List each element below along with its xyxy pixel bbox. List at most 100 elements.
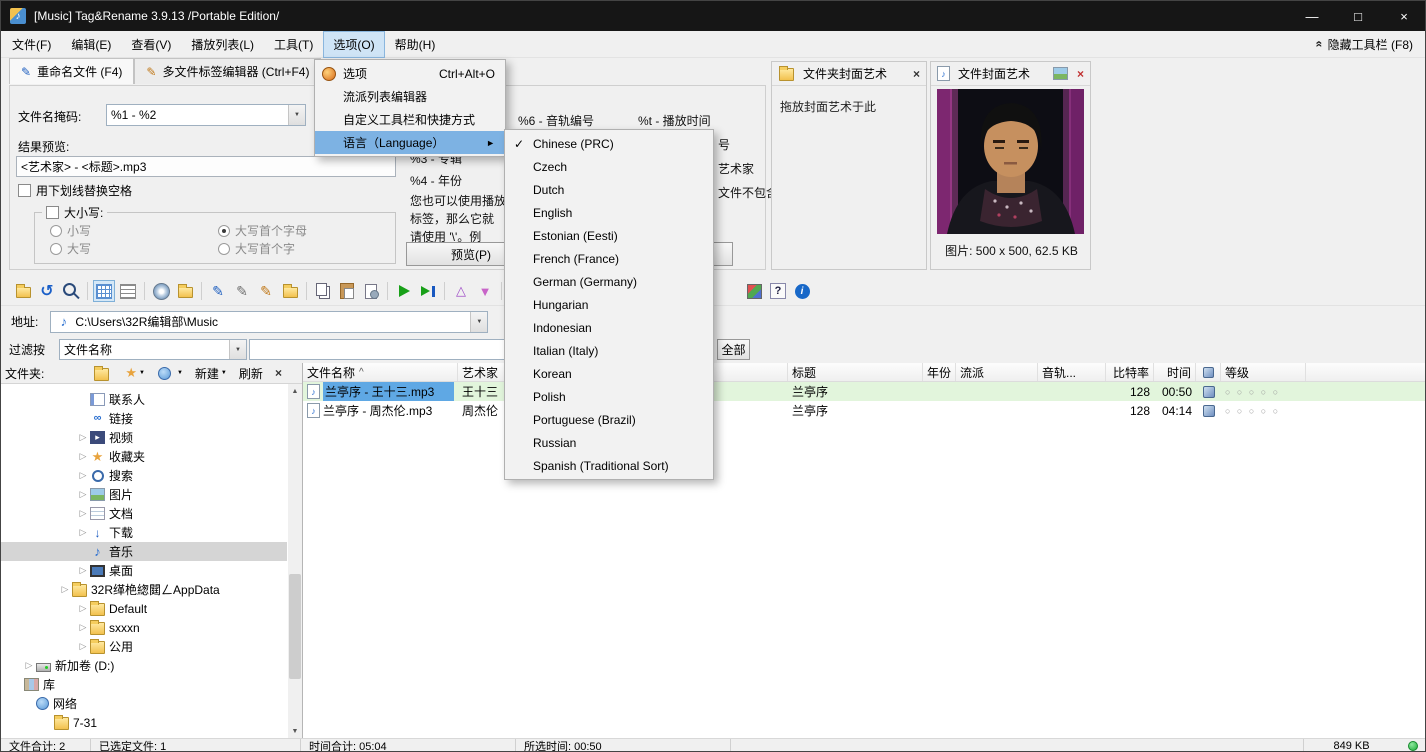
tree-item-videos[interactable]: ▷ ▸ 视频: [1, 428, 287, 447]
menu-tools[interactable]: 工具(T): [265, 32, 322, 57]
play-button[interactable]: [393, 280, 415, 302]
new-folder-button[interactable]: 新建 ▼: [192, 364, 230, 383]
radio-capitalize-words[interactable]: 大写首个字: [218, 240, 295, 257]
radio-capitalize-first[interactable]: 大写首个字母: [218, 222, 307, 239]
tab-rename-files[interactable]: ✎ 重命名文件 (F4): [9, 58, 135, 84]
tree-item-desktop[interactable]: ▷ 桌面: [1, 561, 287, 580]
underscore-checkbox[interactable]: 用下划线替换空格: [18, 182, 132, 199]
column-time[interactable]: 时间: [1154, 363, 1196, 381]
language-item-english[interactable]: English: [505, 201, 713, 224]
case-checkbox[interactable]: 大小写:: [42, 204, 108, 221]
expand-icon[interactable]: ▷: [77, 470, 89, 481]
radio-icon[interactable]: [50, 224, 62, 237]
close-tree-icon[interactable]: ×: [275, 366, 282, 380]
tree-item-music[interactable]: ♪ 音乐: [1, 542, 287, 561]
radio-lowercase[interactable]: 小写: [50, 222, 91, 239]
filename-mask-combo[interactable]: %1 - %2 ▼: [106, 104, 306, 126]
close-icon[interactable]: ×: [1077, 67, 1084, 81]
menu-help[interactable]: 帮助(H): [386, 32, 445, 57]
expand-icon[interactable]: ▷: [77, 432, 89, 443]
language-item-hungarian[interactable]: Hungarian: [505, 293, 713, 316]
disc-button[interactable]: [150, 280, 172, 302]
menu-file[interactable]: 文件(F): [3, 32, 60, 57]
column-year[interactable]: 年份: [923, 363, 956, 381]
column-filename[interactable]: 文件名称 ^: [303, 363, 458, 381]
menu-view[interactable]: 查看(V): [122, 32, 180, 57]
scroll-down-icon[interactable]: ▼: [288, 724, 302, 738]
filter-field-combo[interactable]: 文件名称 ▼: [59, 339, 247, 360]
column-title[interactable]: 标题: [788, 363, 923, 381]
column-track[interactable]: 音轨...: [1038, 363, 1106, 381]
menu-options[interactable]: 选项(O): [323, 30, 385, 58]
close-button[interactable]: ×: [1381, 1, 1425, 31]
expand-icon[interactable]: ▷: [77, 508, 89, 519]
column-bitrate[interactable]: 比特率: [1106, 363, 1154, 381]
move-down-button[interactable]: ▼: [474, 280, 496, 302]
tree-item-favorites[interactable]: ▷ ★ 收藏夹: [1, 447, 287, 466]
language-item-dutch[interactable]: Dutch: [505, 178, 713, 201]
tools-button[interactable]: [743, 280, 765, 302]
favorites-menu-button[interactable]: ★ ▼: [122, 364, 148, 382]
language-item-italian[interactable]: Italian (Italy): [505, 339, 713, 362]
view-menu-button[interactable]: ▼: [154, 366, 186, 381]
tree-item-default[interactable]: ▷ Default: [1, 599, 287, 618]
file-row[interactable]: ♪ 兰亭序 - 王十三.mp3 王十三 兰亭序 128 00:50 ○ ○ ○ ○…: [303, 382, 1425, 401]
menu-playlist[interactable]: 播放列表(L): [182, 32, 263, 57]
tree-item-documents[interactable]: ▷ 文档: [1, 504, 287, 523]
address-combo[interactable]: ♪ C:\Users\32R编辑部\Music ▼: [50, 310, 489, 333]
expand-icon[interactable]: ▷: [23, 660, 35, 671]
language-item-french[interactable]: French (France): [505, 247, 713, 270]
column-media[interactable]: [1196, 363, 1221, 381]
expand-icon[interactable]: ▷: [77, 527, 89, 538]
checkbox-icon[interactable]: [18, 184, 31, 197]
edit-tag-button[interactable]: ✎: [231, 280, 253, 302]
language-item-czech[interactable]: Czech: [505, 155, 713, 178]
menu-item-customize-toolbar[interactable]: 自定义工具栏和快捷方式: [315, 108, 505, 131]
hide-toolbar-button[interactable]: « 隐藏工具栏 (F8): [1312, 36, 1413, 53]
menu-item-options[interactable]: 选项 Ctrl+Alt+O: [315, 62, 505, 85]
filter-all-button[interactable]: 全部: [717, 339, 750, 360]
refresh-button[interactable]: 刷新: [236, 364, 266, 383]
column-genre[interactable]: 流派: [956, 363, 1038, 381]
rename-folder-button[interactable]: [279, 280, 301, 302]
radio-icon[interactable]: [218, 224, 230, 237]
tree-item-pictures[interactable]: ▷ 图片: [1, 485, 287, 504]
language-item-german[interactable]: German (Germany): [505, 270, 713, 293]
language-item-estonian[interactable]: Estonian (Eesti): [505, 224, 713, 247]
info-button[interactable]: i: [791, 280, 813, 302]
help-button[interactable]: ?: [767, 280, 789, 302]
tree-item-searches[interactable]: ▷ 搜索: [1, 466, 287, 485]
tree-item-downloads[interactable]: ▷ ↓ 下载: [1, 523, 287, 542]
menu-item-language[interactable]: 语言（Language） ►: [315, 131, 505, 154]
rating-cell[interactable]: ○ ○ ○ ○ ○: [1221, 401, 1306, 420]
expand-icon[interactable]: ▷: [77, 565, 89, 576]
tree-item-sxxxn[interactable]: ▷ sxxxn: [1, 618, 287, 637]
tree-item-contacts[interactable]: 联系人: [1, 390, 287, 409]
tag-fields-button[interactable]: ✎: [255, 280, 277, 302]
expand-icon[interactable]: ▷: [77, 641, 89, 652]
radio-icon[interactable]: [50, 242, 62, 255]
expand-icon[interactable]: ▷: [77, 603, 89, 614]
combo-dropdown-icon[interactable]: ▼: [288, 105, 305, 125]
minimize-button[interactable]: —: [1289, 1, 1335, 31]
language-item-russian[interactable]: Russian: [505, 431, 713, 454]
play-next-button[interactable]: [417, 280, 439, 302]
tree-item-7-31[interactable]: 7-31: [1, 713, 287, 732]
scroll-up-icon[interactable]: ▲: [288, 384, 302, 398]
tree-item-drive-d[interactable]: ▷ 新加卷 (D:): [1, 656, 287, 675]
expand-icon[interactable]: ▷: [59, 584, 71, 595]
tree-item-links[interactable]: ∞ 链接: [1, 409, 287, 428]
checkbox-icon[interactable]: [46, 206, 59, 219]
tree-item-libraries[interactable]: 库: [1, 675, 287, 694]
column-rating[interactable]: 等级: [1221, 363, 1306, 381]
tree-item-appdata[interactable]: ▷ 32R缂栬緫閮ㄥAppData: [1, 580, 287, 599]
language-item-indonesian[interactable]: Indonesian: [505, 316, 713, 339]
file-row[interactable]: ♪ 兰亭序 - 周杰伦.mp3 周杰伦 兰亭序 128 04:14 ○ ○ ○ ○…: [303, 401, 1425, 420]
grid-view-button[interactable]: [93, 280, 115, 302]
expand-icon[interactable]: ▷: [77, 489, 89, 500]
language-item-spanish[interactable]: Spanish (Traditional Sort): [505, 454, 713, 477]
combo-dropdown-icon[interactable]: ▼: [470, 311, 488, 332]
combo-dropdown-icon[interactable]: ▼: [229, 340, 246, 359]
menu-edit[interactable]: 编辑(E): [62, 32, 120, 57]
tab-multi-tag-editor[interactable]: ✎ 多文件标签编辑器 (Ctrl+F4): [134, 58, 322, 84]
